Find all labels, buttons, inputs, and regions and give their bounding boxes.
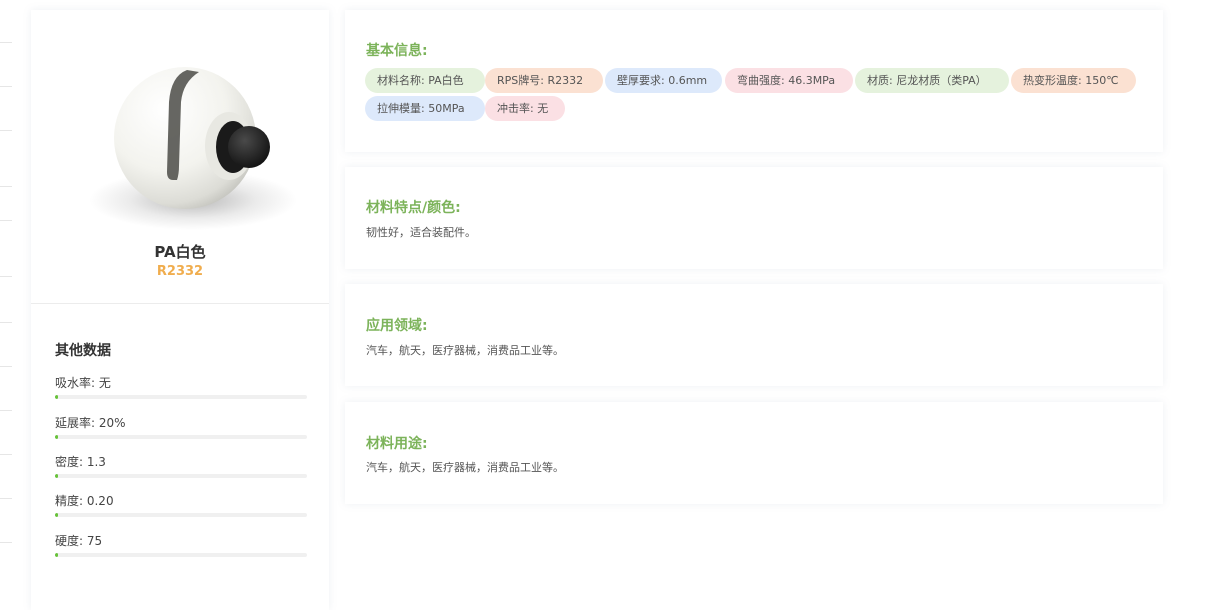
features-card: 材料特点/颜色: 韧性好，适合装配件。	[345, 167, 1163, 269]
uses-card: 材料用途: 汽车，航天，医疗器械，消费品工业等。	[345, 402, 1163, 504]
uses-text: 汽车，航天，医疗器械，消费品工业等。	[366, 461, 564, 474]
metric-progress-fill	[55, 395, 58, 399]
basic-info-title: 基本信息:	[366, 43, 428, 59]
metric-progress-bar	[55, 395, 307, 399]
basic-info-card: 基本信息: 材料名称: PA白色 RPS牌号: R2332 壁厚要求: 0.6m…	[345, 10, 1163, 152]
metric-progress-fill	[55, 474, 58, 478]
metric-label: 延展率: 20%	[55, 416, 126, 430]
tag-tensile-modulus: 拉伸模量: 50MPa	[365, 96, 485, 121]
metric-label: 硬度: 75	[55, 534, 103, 548]
uses-title: 材料用途:	[366, 436, 428, 452]
metric-precision: 精度: 0.20	[55, 493, 307, 517]
metric-elongation: 延展率: 20%	[55, 415, 307, 439]
features-title: 材料特点/颜色:	[366, 200, 461, 216]
metric-water-absorption: 吸水率: 无	[55, 375, 307, 399]
product-image	[75, 50, 297, 242]
product-code: R2332	[156, 264, 204, 279]
metric-density: 密度: 1.3	[55, 454, 307, 478]
applications-title: 应用领域:	[366, 318, 428, 334]
tag-material-type: 材质: 尼龙材质（类PA）	[855, 68, 1009, 93]
metric-progress-bar	[55, 474, 307, 478]
metric-progress-fill	[55, 553, 58, 557]
metric-label: 精度: 0.20	[55, 494, 114, 508]
left-edge-strip	[0, 0, 12, 595]
metric-label: 吸水率: 无	[55, 376, 111, 390]
applications-card: 应用领域: 汽车，航天，医疗器械，消费品工业等。	[345, 284, 1163, 386]
metric-label: 密度: 1.3	[55, 455, 106, 469]
metric-progress-fill	[55, 513, 58, 517]
panel-divider	[31, 303, 329, 304]
tag-wall-thickness: 壁厚要求: 0.6mm	[605, 68, 722, 93]
metric-progress-bar	[55, 553, 307, 557]
product-summary-panel: PA白色 R2332 其他数据 吸水率: 无 延展率: 20% 密度: 1.3 …	[31, 10, 329, 610]
product-name: PA白色	[154, 243, 206, 261]
tag-material-name: 材料名称: PA白色	[365, 68, 485, 93]
tag-rps-grade: RPS牌号: R2332	[485, 68, 603, 93]
other-data-title: 其他数据	[55, 343, 111, 359]
metric-progress-bar	[55, 435, 307, 439]
applications-text: 汽车，航天，医疗器械，消费品工业等。	[366, 344, 564, 357]
tag-flexural-strength: 弯曲强度: 46.3MPa	[725, 68, 853, 93]
tag-heat-deflection: 热变形温度: 150℃	[1011, 68, 1136, 93]
tag-impact-rate: 冲击率: 无	[485, 96, 565, 121]
metric-progress-fill	[55, 435, 58, 439]
metric-progress-bar	[55, 513, 307, 517]
features-text: 韧性好，适合装配件。	[366, 226, 476, 239]
metric-hardness: 硬度: 75	[55, 533, 307, 557]
